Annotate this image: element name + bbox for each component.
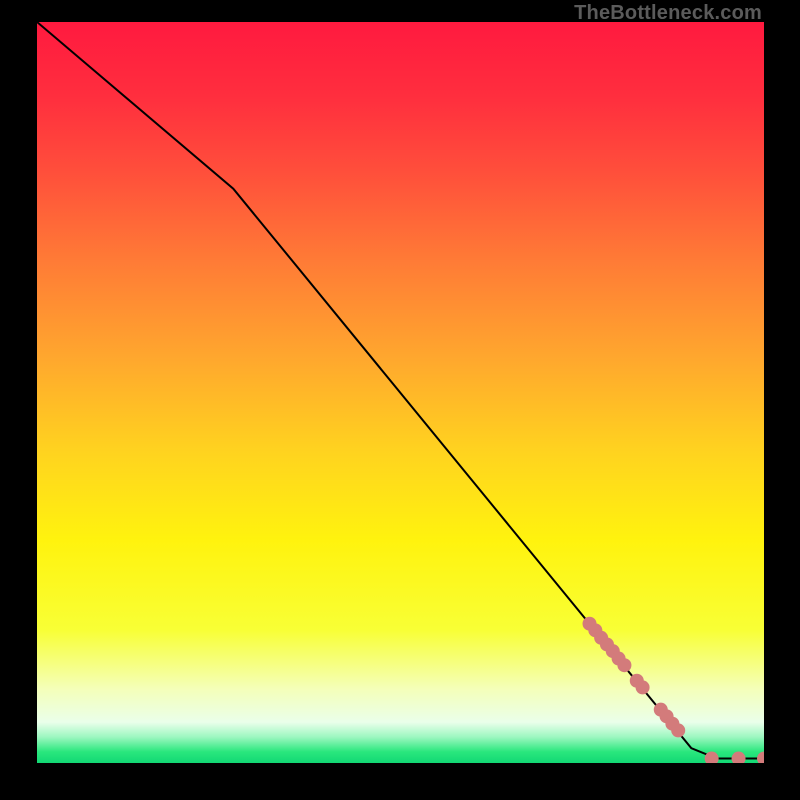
plot-svg (37, 22, 764, 763)
chart-stage: TheBottleneck.com (0, 0, 800, 800)
curve-marker (636, 680, 650, 694)
plot-area (37, 22, 764, 763)
curve-marker (617, 658, 631, 672)
curve-marker (671, 723, 685, 737)
